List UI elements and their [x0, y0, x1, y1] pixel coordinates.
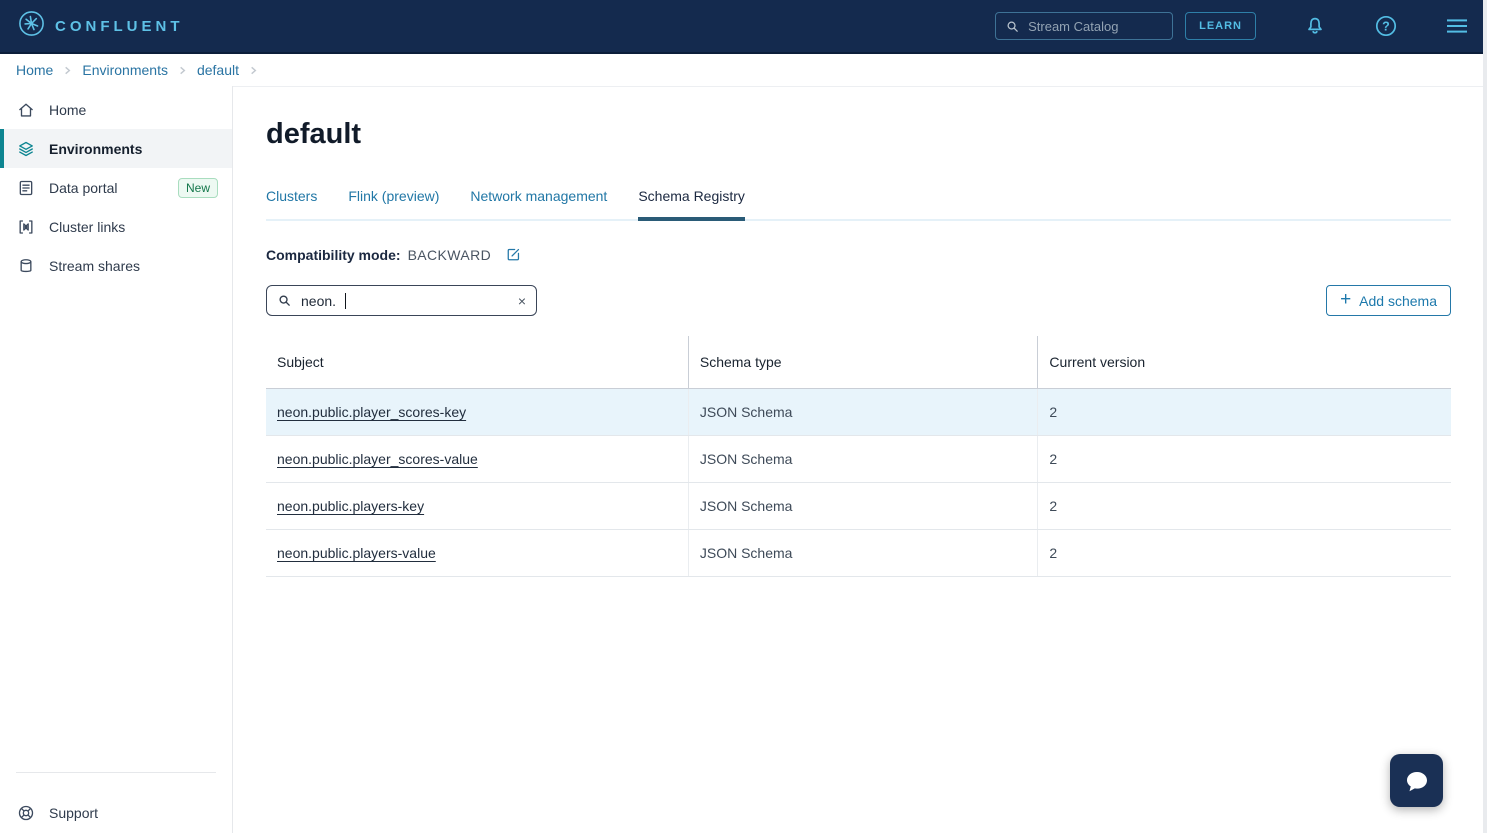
sidebar-item-label: Cluster links [49, 219, 125, 235]
breadcrumb-environments[interactable]: Environments [82, 62, 168, 78]
add-schema-button[interactable]: + Add schema [1326, 285, 1451, 316]
sidebar-item-environments[interactable]: Environments [0, 129, 232, 168]
layers-icon [16, 139, 36, 159]
chat-widget-button[interactable] [1390, 754, 1443, 807]
search-icon [1005, 19, 1020, 34]
compatibility-mode-row: Compatibility mode: BACKWARD [266, 246, 1451, 263]
subject-link[interactable]: neon.public.player_scores-key [277, 404, 466, 420]
stream-shares-icon [16, 256, 36, 276]
table-header-row: Subject Schema type Current version [266, 336, 1451, 389]
edit-icon[interactable] [505, 246, 522, 263]
table-row: neon.public.player_scores-value JSON Sch… [266, 436, 1451, 483]
document-icon [16, 178, 36, 198]
clear-search-icon[interactable]: × [518, 293, 526, 309]
home-icon [16, 100, 36, 120]
breadcrumb-home[interactable]: Home [16, 62, 53, 78]
chat-bubble-icon [1402, 766, 1432, 796]
tab-bar: Clusters Flink (preview) Network managem… [266, 188, 1451, 221]
schema-type-cell: JSON Schema [688, 389, 1038, 435]
current-version-cell: 2 [1037, 530, 1451, 576]
sidebar-item-label: Home [49, 102, 86, 118]
stream-catalog-placeholder: Stream Catalog [1028, 19, 1118, 34]
plus-icon: + [1340, 290, 1351, 309]
table-row: neon.public.players-value JSON Schema 2 [266, 530, 1451, 577]
sidebar-item-label: Data portal [49, 180, 117, 196]
sidebar-item-data-portal[interactable]: Data portal New [0, 168, 232, 207]
help-icon[interactable]: ? [1374, 14, 1398, 38]
table-row: neon.public.players-key JSON Schema 2 [266, 483, 1451, 530]
top-navbar: CONFLUENT Stream Catalog LEARN ? [0, 0, 1487, 54]
schema-search-input[interactable]: neon. × [266, 285, 537, 316]
scrollbar-track[interactable] [1483, 0, 1487, 833]
current-version-cell: 2 [1037, 436, 1451, 482]
schema-search-value: neon. [301, 293, 336, 309]
schema-table: Subject Schema type Current version neon… [266, 336, 1451, 577]
table-row: neon.public.player_scores-key JSON Schem… [266, 389, 1451, 436]
svg-text:?: ? [1382, 19, 1390, 33]
chevron-right-icon [62, 65, 73, 76]
tab-clusters[interactable]: Clusters [266, 188, 317, 221]
compatibility-mode-value: BACKWARD [408, 247, 492, 263]
sidebar-item-home[interactable]: Home [0, 90, 232, 129]
notifications-bell-icon[interactable] [1303, 14, 1327, 38]
new-badge: New [178, 178, 218, 198]
subject-link[interactable]: neon.public.players-key [277, 498, 424, 514]
sidebar-item-stream-shares[interactable]: Stream shares [0, 246, 232, 285]
sidebar-item-support[interactable]: Support [0, 793, 232, 833]
column-header-schema-type: Schema type [688, 336, 1038, 388]
breadcrumb-default[interactable]: default [197, 62, 239, 78]
brand-wordmark: CONFLUENT [55, 18, 184, 35]
breadcrumb: Home Environments default [0, 54, 1487, 86]
tab-network-management[interactable]: Network management [470, 188, 607, 221]
chevron-right-icon [248, 65, 259, 76]
sidebar-item-cluster-links[interactable]: Cluster links [0, 207, 232, 246]
sidebar-item-label: Environments [49, 141, 142, 157]
chevron-right-icon [177, 65, 188, 76]
text-cursor [345, 293, 346, 309]
sidebar: Home Environments Data portal New [0, 86, 233, 833]
subject-link[interactable]: neon.public.player_scores-value [277, 451, 478, 467]
tab-flink-preview[interactable]: Flink (preview) [348, 188, 439, 221]
add-schema-label: Add schema [1359, 293, 1437, 309]
life-ring-icon [16, 803, 36, 823]
hamburger-menu-icon[interactable] [1445, 14, 1469, 38]
compatibility-mode-label: Compatibility mode: [266, 247, 401, 263]
schema-type-cell: JSON Schema [688, 530, 1038, 576]
sidebar-divider [16, 772, 216, 773]
schema-type-cell: JSON Schema [688, 483, 1038, 529]
sidebar-item-label: Stream shares [49, 258, 140, 274]
current-version-cell: 2 [1037, 483, 1451, 529]
confluent-spark-icon [18, 10, 45, 42]
column-header-current-version: Current version [1037, 336, 1451, 388]
main-content: default Clusters Flink (preview) Network… [233, 86, 1487, 833]
current-version-cell: 2 [1037, 389, 1451, 435]
table-controls: neon. × + Add schema [266, 285, 1451, 316]
tab-schema-registry[interactable]: Schema Registry [638, 188, 745, 221]
sidebar-item-label: Support [49, 805, 98, 821]
learn-button[interactable]: LEARN [1185, 12, 1256, 40]
stream-catalog-search[interactable]: Stream Catalog [995, 12, 1173, 40]
schema-type-cell: JSON Schema [688, 436, 1038, 482]
search-icon [277, 293, 292, 308]
cluster-links-icon [16, 217, 36, 237]
page-title: default [266, 118, 1451, 151]
confluent-logo[interactable]: CONFLUENT [18, 10, 184, 42]
subject-link[interactable]: neon.public.players-value [277, 545, 436, 561]
column-header-subject: Subject [266, 336, 688, 388]
